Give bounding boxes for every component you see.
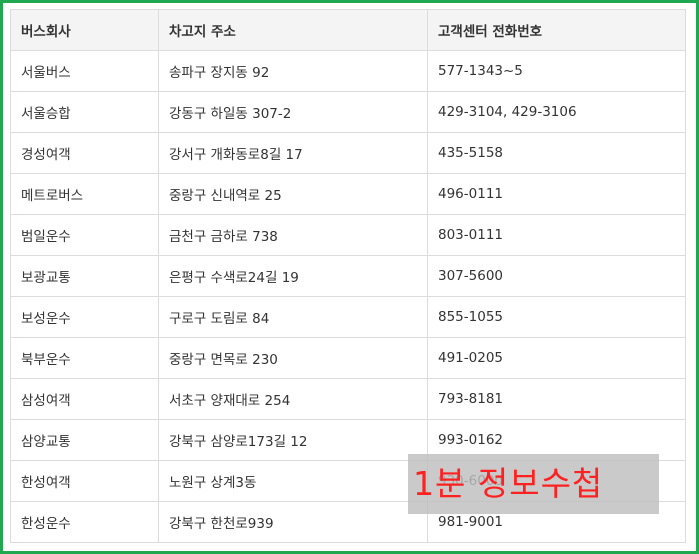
table-row: 북부운수 중랑구 면목로 230 491-0205 xyxy=(10,337,686,379)
cell-address: 중랑구 면목로 230 xyxy=(158,337,428,379)
cell-address: 금천구 금하로 738 xyxy=(158,214,428,256)
table-row: 보광교통 은평구 수색로24길 19 307-5600 xyxy=(10,255,686,297)
cell-address: 강동구 하일동 307-2 xyxy=(158,91,428,133)
cell-address: 중랑구 신내역로 25 xyxy=(158,173,428,215)
cell-address: 은평구 수색로24길 19 xyxy=(158,255,428,297)
cell-phone: 491-0205 xyxy=(427,337,686,379)
cell-company: 메트로버스 xyxy=(10,173,159,215)
table-header-row: 버스회사 차고지 주소 고객센터 전화번호 xyxy=(10,9,686,51)
cell-address: 강북구 삼양로173길 12 xyxy=(158,419,428,461)
cell-phone: 855-1055 xyxy=(427,296,686,338)
cell-address: 구로구 도림로 84 xyxy=(158,296,428,338)
table-row: 서울버스 송파구 장지동 92 577-1343~5 xyxy=(10,50,686,92)
table-row: 서울승합 강동구 하일동 307-2 429-3104, 429-3106 xyxy=(10,91,686,133)
header-address: 차고지 주소 xyxy=(158,9,428,51)
cell-phone: 435-5158 xyxy=(427,132,686,174)
cell-address: 서초구 양재대로 254 xyxy=(158,378,428,420)
cell-company: 보광교통 xyxy=(10,255,159,297)
table-row: 보성운수 구로구 도림로 84 855-1055 xyxy=(10,296,686,338)
cell-address: 송파구 장지동 92 xyxy=(158,50,428,92)
cell-company: 한성여객 xyxy=(10,460,159,502)
table-row: 삼성여객 서초구 양재대로 254 793-8181 xyxy=(10,378,686,420)
cell-address: 노원구 상계3동 xyxy=(158,460,428,502)
cell-company: 보성운수 xyxy=(10,296,159,338)
watermark-label: 1분 정보수첩 xyxy=(408,454,659,514)
table-row: 범일운수 금천구 금하로 738 803-0111 xyxy=(10,214,686,256)
table-row: 메트로버스 중랑구 신내역로 25 496-0111 xyxy=(10,173,686,215)
cell-company: 삼양교통 xyxy=(10,419,159,461)
cell-phone: 803-0111 xyxy=(427,214,686,256)
cell-company: 삼성여객 xyxy=(10,378,159,420)
cell-company: 서울버스 xyxy=(10,50,159,92)
cell-address: 강서구 개화동로8길 17 xyxy=(158,132,428,174)
cell-address: 강북구 한천로939 xyxy=(158,501,428,543)
cell-company: 한성운수 xyxy=(10,501,159,543)
cell-phone: 496-0111 xyxy=(427,173,686,215)
header-phone: 고객센터 전화번호 xyxy=(427,9,686,51)
table-row: 경성여객 강서구 개화동로8길 17 435-5158 xyxy=(10,132,686,174)
cell-phone: 307-5600 xyxy=(427,255,686,297)
cell-company: 서울승합 xyxy=(10,91,159,133)
header-company: 버스회사 xyxy=(10,9,159,51)
cell-phone: 429-3104, 429-3106 xyxy=(427,91,686,133)
cell-phone: 793-8181 xyxy=(427,378,686,420)
cell-company: 범일운수 xyxy=(10,214,159,256)
cell-company: 경성여객 xyxy=(10,132,159,174)
cell-phone: 577-1343~5 xyxy=(427,50,686,92)
cell-company: 북부운수 xyxy=(10,337,159,379)
